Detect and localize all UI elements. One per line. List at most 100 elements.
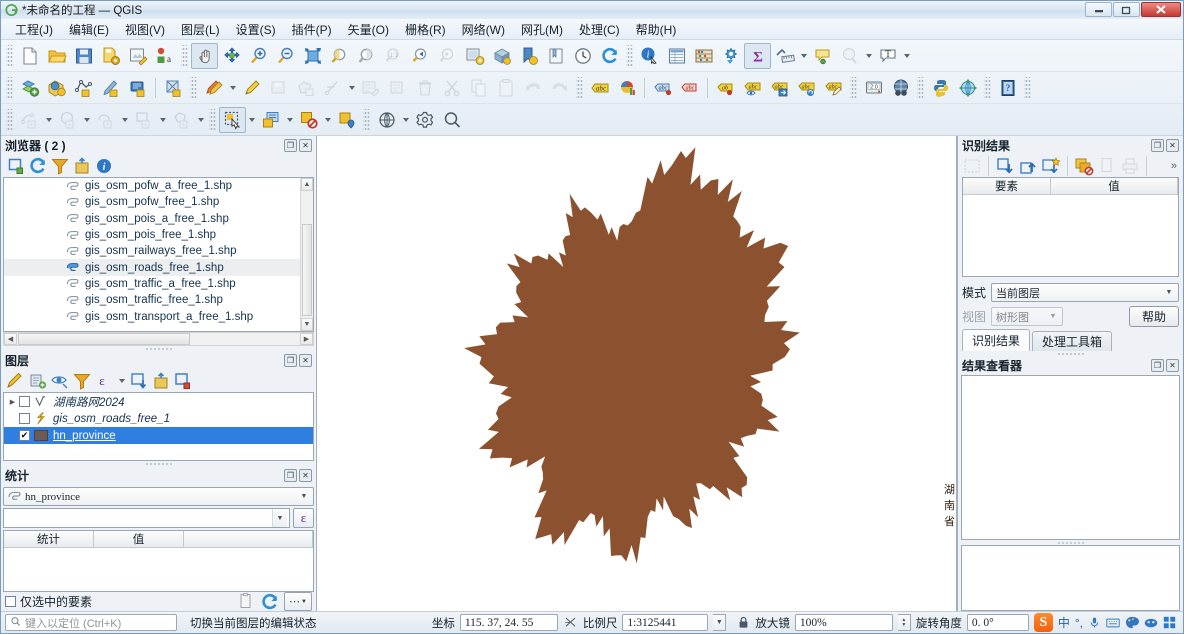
menu-project[interactable]: 工程(J) (7, 19, 61, 40)
menu-help[interactable]: 帮助(H) (628, 19, 685, 40)
layers-float-button[interactable]: ❐ (284, 354, 297, 367)
digitize-circle-dropdown-arrow-icon[interactable] (81, 107, 92, 133)
identify-view-select[interactable]: 树形图 ▼ (991, 307, 1064, 326)
pan-map-icon[interactable] (191, 42, 218, 69)
add-raster-layer-icon[interactable] (43, 75, 70, 101)
copy-icon[interactable] (236, 592, 256, 611)
expand-chevron-icon[interactable]: ▶ (6, 398, 19, 406)
rotation-field[interactable]: 0. 0° (966, 614, 1029, 631)
browser-horizontal-scrollbar[interactable]: ◀ ▶ (3, 332, 314, 346)
scale-field[interactable]: 1:3125441 (622, 614, 709, 631)
layer-item[interactable]: ✔ hn_province (4, 427, 313, 444)
magnifier-field[interactable]: 100% (794, 614, 893, 631)
move-label-pin-icon[interactable]: abc (766, 75, 793, 101)
show-bookmarks-icon[interactable] (542, 43, 569, 69)
extents-toggle-icon[interactable] (563, 615, 578, 630)
expand-all-icon[interactable] (994, 157, 1016, 176)
toolbar-grip[interactable] (6, 44, 13, 67)
deselect-dropdown-arrow-icon[interactable] (322, 107, 333, 133)
new-project-icon[interactable] (16, 43, 43, 69)
minimize-button[interactable] (1085, 2, 1112, 17)
pin-labels-icon[interactable]: abc (649, 75, 676, 101)
toolbar-grip[interactable] (181, 44, 188, 67)
text-annotation-icon[interactable]: T (874, 43, 901, 69)
zoom-native-icon[interactable]: 1:1 (380, 43, 407, 69)
menu-vector[interactable]: 矢量(O) (340, 19, 397, 40)
rotate-label-icon[interactable]: abc (793, 75, 820, 101)
identify-more-button[interactable]: » (1171, 160, 1180, 172)
zoom-to-layer-icon[interactable] (353, 43, 380, 69)
menu-edit[interactable]: 编辑(E) (61, 19, 117, 40)
digitize-polygon-dropdown-arrow-icon[interactable] (195, 107, 206, 133)
layers-close-button[interactable]: ✕ (299, 354, 312, 367)
web-dropdown-arrow-icon[interactable] (400, 107, 411, 133)
tab-processing-toolbox[interactable]: 处理工具箱 (1032, 331, 1113, 351)
map-tips-icon[interactable] (809, 43, 836, 69)
highlight-labels-icon[interactable]: abc (676, 75, 703, 101)
redo-icon[interactable] (546, 75, 573, 101)
expression-filter-icon[interactable]: ε (94, 372, 114, 391)
remove-layer-icon[interactable] (173, 372, 193, 391)
chevron-down-icon[interactable]: ▼ (1046, 313, 1060, 320)
menu-view[interactable]: 视图(V) (117, 19, 173, 40)
multi-edit-icon[interactable] (384, 75, 411, 101)
browser-vertical-scrollbar[interactable]: ▲ ▼ (300, 178, 313, 331)
add-spatialite-icon[interactable] (97, 75, 124, 101)
toolbar-grip[interactable] (917, 76, 924, 99)
browser-item[interactable]: gis_osm_pofw_free_1.shp (4, 194, 313, 210)
cut-features-icon[interactable] (438, 75, 465, 101)
menu-settings[interactable]: 设置(S) (228, 19, 284, 40)
current-edits-icon[interactable] (200, 75, 227, 101)
annotation-dropdown-arrow-icon[interactable] (901, 43, 912, 69)
open-layer-styling-icon[interactable] (6, 372, 26, 391)
refresh-icon[interactable] (260, 592, 280, 611)
statistics-table[interactable]: 统计 值 (3, 530, 314, 592)
measure-line-icon[interactable] (771, 43, 798, 69)
results-viewer-secondary[interactable] (961, 545, 1180, 611)
lock-icon[interactable] (737, 616, 750, 630)
pan-to-selection-icon[interactable] (218, 43, 245, 69)
chevron-down-icon[interactable]: ▼ (1162, 289, 1176, 296)
digitize-circle-icon[interactable] (54, 107, 81, 133)
layer-item[interactable]: ▶ 湖南路网2024 (4, 393, 313, 410)
keyboard-icon[interactable] (1106, 617, 1120, 629)
add-virtual-layer-icon[interactable] (124, 75, 151, 101)
tab-identify-results[interactable]: 识别结果 (962, 329, 1031, 351)
browser-item[interactable]: gis_osm_transport_a_free_1.shp (4, 308, 313, 324)
toggle-editing-icon[interactable] (238, 75, 265, 101)
identify-close-button[interactable]: ✕ (1166, 139, 1179, 152)
zoom-next-icon[interactable] (434, 43, 461, 69)
only-selected-checkbox[interactable] (5, 596, 16, 607)
browser-item[interactable]: gis_osm_traffic_a_free_1.shp (4, 276, 313, 292)
close-button[interactable] (1141, 2, 1181, 17)
menu-processing[interactable]: 处理(C) (571, 19, 628, 40)
layer-item[interactable]: gis_osm_roads_free_1 (4, 410, 313, 427)
emoji-icon[interactable] (1144, 617, 1158, 629)
chevron-down-icon[interactable]: ▼ (297, 493, 311, 500)
georeferencer-icon[interactable] (954, 75, 981, 101)
toolbar-grip[interactable] (6, 108, 13, 131)
select-by-form-icon[interactable] (257, 107, 284, 133)
scroll-thumb[interactable] (302, 224, 312, 316)
delete-selected-icon[interactable] (411, 75, 438, 101)
identify-results-table[interactable]: 要素 值 (962, 177, 1179, 277)
zoom-out-icon[interactable] (272, 43, 299, 69)
add-delimited-text-icon[interactable] (70, 75, 97, 101)
move-label-icon[interactable]: ab (712, 75, 739, 101)
identify-help-button[interactable]: 帮助 (1128, 306, 1179, 327)
save-project-as-icon[interactable] (97, 43, 124, 69)
vertex-tool-dropdown-arrow-icon[interactable] (346, 75, 357, 101)
scale-dropdown-icon[interactable]: ▼ (713, 614, 727, 631)
toolbar-grip[interactable] (576, 76, 583, 99)
select-value-icon[interactable] (836, 43, 863, 69)
undo-icon[interactable] (519, 75, 546, 101)
hscroll-thumb[interactable] (18, 333, 190, 345)
current-edits-dropdown-arrow-icon[interactable] (227, 75, 238, 101)
toolbar-grip[interactable] (190, 76, 197, 99)
label-icon[interactable]: abc (586, 75, 613, 101)
select-features-dropdown-arrow-icon[interactable] (246, 107, 257, 133)
copy-features-icon[interactable] (465, 75, 492, 101)
show-hidden-labels-icon[interactable]: abc (739, 75, 766, 101)
digitize-curve-dropdown-arrow-icon[interactable] (119, 107, 130, 133)
settings-icon[interactable] (411, 107, 438, 133)
